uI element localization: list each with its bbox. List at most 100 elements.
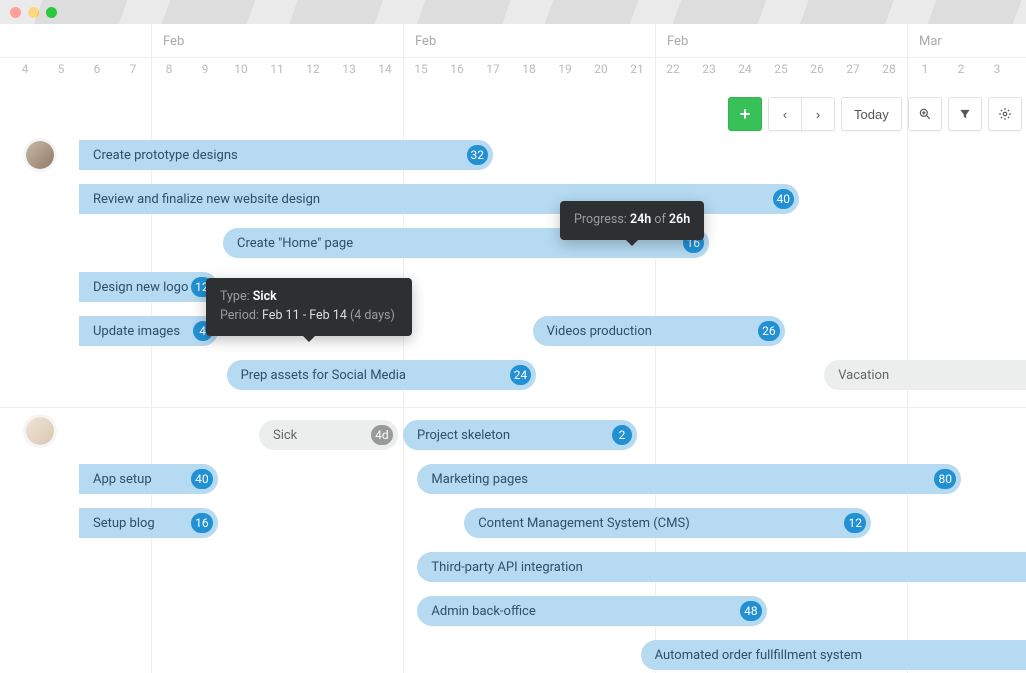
task-label: Automated order fullfillment system [655,648,862,663]
task-bar[interactable]: Marketing pages 80 [417,464,961,494]
task-bar[interactable]: Sick 4d [259,420,398,450]
tooltip-period-value: Feb 11 - Feb 14 [262,308,347,323]
day-label: 13 [331,62,367,76]
gear-icon [998,107,1012,121]
window-minimize-icon[interactable] [28,7,39,18]
day-label: 7 [115,62,151,76]
day-label: 2 [943,62,979,76]
day-label: 8 [151,62,187,76]
filter-button[interactable] [948,97,982,131]
task-badge: 2 [610,423,634,447]
day-label: 19 [547,62,583,76]
window-zoom-icon[interactable] [46,7,57,18]
bars-layer: Create prototype designs32 Review and fin… [0,102,1026,673]
task-badge: 40 [189,467,215,491]
task-label: Design new logo [93,280,188,295]
day-label: 4 [1015,62,1026,76]
task-bar[interactable]: Project skeleton 2 [403,420,637,450]
day-label: 18 [511,62,547,76]
task-bar[interactable]: Videos production 26 [533,316,785,346]
zoom-icon [918,107,932,121]
day-label: 23 [691,62,727,76]
titlebar [0,0,1026,24]
task-bar[interactable]: Design new logo12 [79,272,218,302]
day-label: 10 [223,62,259,76]
task-label: Review and finalize new website design [93,192,320,207]
task-bar[interactable]: Prep assets for Social Media 24 [227,360,537,390]
day-label: 3 [979,62,1015,76]
day-label: 5 [43,62,79,76]
task-badge: 24 [508,363,534,387]
task-badge: 26 [756,319,782,343]
task-label: Third-party API integration [431,560,582,575]
prev-button[interactable]: ‹ [768,97,802,131]
task-label: Admin back-office [431,604,535,619]
task-label: Setup blog [93,516,155,531]
task-bar[interactable]: Setup blog 16 [79,508,218,538]
settings-button[interactable] [988,97,1022,131]
day-label: 20 [583,62,619,76]
toolbar: + ‹ › Today [728,97,1022,131]
month-label: Feb [415,34,436,49]
task-bar[interactable]: Third-party API integration [417,552,1026,582]
day-label: 28 [871,62,907,76]
day-label: 4 [7,62,43,76]
day-label: 26 [799,62,835,76]
day-label: 9 [187,62,223,76]
task-label: Project skeleton [417,428,510,443]
tooltip-progress-done: 24h [630,212,651,227]
task-label: Update images [93,324,180,339]
tooltip-progress: Progress: 24h of 26h [560,201,704,240]
task-label: Marketing pages [431,472,528,487]
task-bar[interactable]: App setup40 [79,464,218,494]
task-label: Vacation [838,368,889,383]
day-label: 12 [295,62,331,76]
avatar[interactable] [26,141,54,169]
today-button[interactable]: Today [841,97,902,131]
user-row-separator [0,407,1026,408]
tooltip-progress-label: Progress: [574,212,627,227]
task-bar[interactable]: Automated order fullfillment system [641,640,1026,670]
timeline-months-row: FebFebFebMar [0,24,1026,58]
task-badge: 32 [465,143,491,167]
tooltip-progress-of: of [654,212,665,227]
day-label: 1 [907,62,943,76]
zoom-button[interactable] [908,97,942,131]
task-bar[interactable]: Update images4 [79,316,218,346]
task-label: Create "Home" page [237,236,353,251]
task-label: Sick [273,428,297,443]
task-bar[interactable]: Admin back-office48 [417,596,766,626]
task-badge: 16 [189,511,215,535]
day-label: 11 [259,62,295,76]
next-button[interactable]: › [801,97,835,131]
day-label: 25 [763,62,799,76]
task-label: Videos production [547,324,652,339]
tooltip-sick: Type: Sick Period: Feb 11 - Feb 14 (4 da… [206,278,412,336]
task-badge: 12 [842,511,868,535]
task-badge: 80 [932,467,958,491]
month-label: Feb [163,34,184,49]
window-close-icon[interactable] [10,7,21,18]
day-label: 14 [367,62,403,76]
tooltip-period-duration: (4 days) [350,308,395,323]
nav-group: ‹ › [768,97,835,131]
tooltip-progress-total: 26h [669,212,690,227]
avatar[interactable] [26,417,54,445]
day-label: 24 [727,62,763,76]
day-label: 17 [475,62,511,76]
task-bar[interactable]: Vacation [824,360,1026,390]
month-label: Mar [919,34,942,49]
day-label: 21 [619,62,655,76]
task-badge: 40 [771,187,797,211]
task-badge: 4d [369,423,395,447]
day-label: 15 [403,62,439,76]
day-label: 27 [835,62,871,76]
day-label: 22 [655,62,691,76]
task-label: Prep assets for Social Media [241,368,406,383]
task-bar[interactable]: Create prototype designs32 [79,140,493,170]
gantt-chart: FebFebFebMar 456789101112131415161718192… [0,24,1026,673]
app-window: FebFebFebMar 456789101112131415161718192… [0,0,1026,673]
day-label: 6 [79,62,115,76]
add-button[interactable]: + [728,97,762,131]
task-bar[interactable]: Content Management System (CMS)12 [464,508,871,538]
